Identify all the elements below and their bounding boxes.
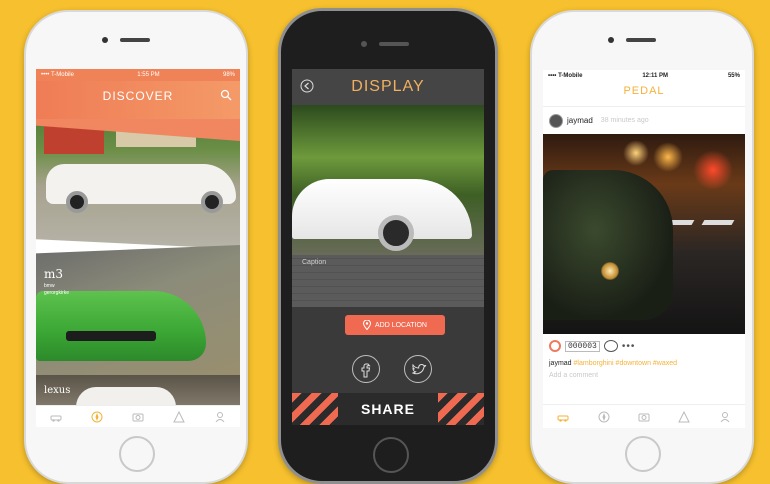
pedal-screen: •••• T-Mobile 12:11 PM 55% PEDAL jaymad … [543,70,745,428]
camera-icon[interactable] [638,411,650,423]
earpiece-speaker [379,42,409,46]
earpiece-speaker [120,38,150,42]
caption-username[interactable]: jaymad [549,360,572,367]
tab-bar [36,405,240,427]
status-time: 12:11 PM [642,73,669,79]
discover-screen: •••• T-Mobile 1:55 PM 98% DISCOVER m3 bm… [36,69,240,427]
card-title: m3 [44,267,64,281]
page-title: PEDAL [623,85,665,97]
compass-icon[interactable] [91,411,103,423]
twitter-share-button[interactable] [404,355,432,383]
comment-icon[interactable] [603,340,618,352]
front-camera [361,41,367,47]
more-icon[interactable]: ••• [622,341,636,352]
tab-bar [543,404,745,428]
phone-pedal: •••• T-Mobile 12:11 PM 55% PEDAL jaymad … [530,10,754,484]
card-subtitle: bmw gerorgkirke [44,283,69,297]
car-grille [66,331,156,341]
bokeh-light [653,142,683,172]
road-marking [701,220,735,225]
caption-tags[interactable]: #lamborghini #downtown #waxed [574,360,678,367]
bokeh-light [623,140,649,166]
person-icon[interactable] [214,411,226,423]
car-wheel [201,191,223,213]
front-camera [608,37,614,43]
post-actions: 000003 ••• [549,340,635,352]
card-subtitle-brand: bmw [44,283,55,289]
headlight [601,262,619,280]
phone-discover: •••• T-Mobile 1:55 PM 98% DISCOVER m3 bm… [24,10,248,484]
alert-icon[interactable] [678,410,691,423]
page-title: DISCOVER [102,89,174,103]
status-carrier: •••• T-Mobile [41,72,74,78]
caption-input[interactable]: Caption [302,259,326,266]
card-subtitle-user: gerorgkirke [44,290,70,296]
like-counter: 000003 [565,340,600,352]
post-caption: jaymad #lamborghini #downtown #waxed [549,360,677,367]
green-bmw-m3 [36,291,206,361]
add-location-button[interactable]: ADD LOCATION [345,315,445,335]
status-battery: 98% [222,72,235,78]
car-wheel [378,215,414,251]
bokeh-light [693,150,733,190]
home-button[interactable] [373,437,409,473]
facebook-share-button[interactable] [352,355,380,383]
card-title: lexus [44,385,71,396]
post-time: 38 minutes ago [600,117,649,124]
front-camera [102,37,108,43]
discover-header: DISCOVER [36,81,240,119]
earpiece-speaker [626,38,656,42]
facebook-icon [361,363,371,378]
alert-icon[interactable] [172,410,185,423]
car-icon[interactable] [50,411,62,423]
avatar[interactable] [549,113,563,128]
display-screen: DISPLAY Caption ADD LOCATION SHARE [292,69,484,425]
status-time: 1:55 PM [137,72,160,78]
status-battery: 55% [727,73,740,79]
post-username[interactable]: jaymad [567,116,593,125]
share-button[interactable]: SHARE [292,393,484,425]
home-button[interactable] [625,436,661,472]
location-pin-icon [363,320,371,330]
status-carrier: •••• T-Mobile [548,73,583,79]
like-icon[interactable] [549,340,561,352]
dark-lamborghini [543,170,673,320]
status-bar: •••• T-Mobile 1:55 PM 98% [36,69,240,81]
share-label: SHARE [360,401,415,417]
page-title: DISPLAY [351,78,425,95]
person-icon[interactable] [719,411,731,423]
status-bar: •••• T-Mobile 12:11 PM 55% [543,70,745,82]
compass-icon[interactable] [598,411,610,423]
car-icon[interactable] [557,411,569,423]
add-comment-input[interactable]: Add a comment [549,372,598,379]
car-wheel [66,191,88,213]
post-header: jaymad 38 minutes ago [543,106,745,134]
home-button[interactable] [119,436,155,472]
twitter-icon [411,363,427,375]
search-icon[interactable] [220,89,232,101]
display-header: DISPLAY [292,69,484,105]
add-location-label: ADD LOCATION [375,321,427,329]
camera-icon[interactable] [132,411,144,423]
phone-display: DISPLAY Caption ADD LOCATION SHARE [278,8,498,484]
